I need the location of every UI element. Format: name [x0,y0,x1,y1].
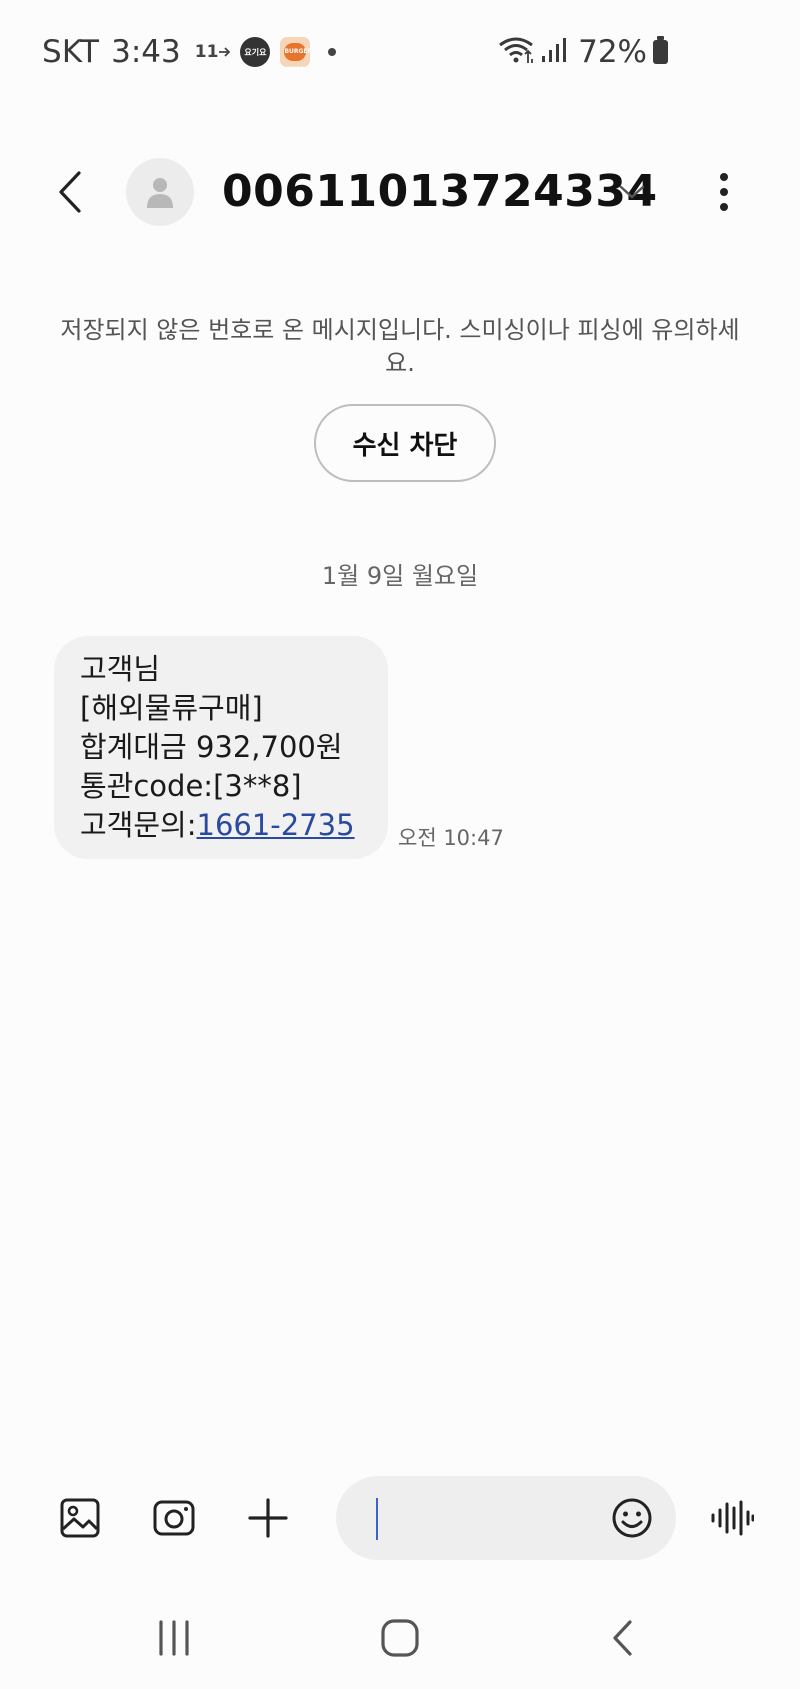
nav-back-button[interactable] [592,1610,652,1666]
message-timestamp: 오전 10:47 [398,826,504,850]
burgerking-label: BURGER KING [284,43,312,73]
message-line: [해외물류구매] [80,691,263,725]
message-input-container[interactable] [336,1476,676,1560]
burgerking-notification-icon: BURGER KING [280,37,312,73]
camera-button[interactable] [146,1490,202,1546]
signal-icon [540,36,568,68]
camera-icon [153,1500,195,1536]
home-button[interactable] [370,1610,430,1666]
gallery-icon [60,1498,100,1538]
back-arrow-icon [59,171,81,213]
chevron-down-icon [619,185,645,199]
voice-record-button[interactable] [704,1490,760,1546]
voice-icon [711,1500,754,1536]
back-button[interactable] [46,164,94,220]
wifi-icon [498,35,534,69]
more-vertical-icon [720,173,728,211]
contact-avatar[interactable] [126,158,194,226]
text-caret [376,1498,378,1540]
11st-label: 11 [194,42,219,62]
nav-back-icon [613,1620,632,1656]
message-line: 고객문의:1661-2735 [80,806,362,845]
inquiry-label: 고객문의: [80,808,197,842]
emoji-button[interactable] [606,1492,658,1544]
home-icon [381,1619,419,1657]
yogiyo-notification-icon: 요기요 [240,37,271,67]
carrier-label: SKT [42,34,100,70]
battery-icon [653,36,668,64]
status-right: 72% [498,30,668,74]
yogiyo-label: 요기요 [244,47,267,57]
message-line: 고객님 [80,652,161,686]
person-icon [147,178,173,208]
gallery-button[interactable] [52,1490,108,1546]
unsaved-number-warning: 저장되지 않은 번호로 온 메시지입니다. 스미싱이나 피싱에 유의하세요. [60,316,740,377]
conversation-header: 00611013724334 [0,150,800,234]
11st-notification-icon: 11 [195,42,233,62]
battery-percent: 72% [578,34,647,70]
message-line: 통관code:[3**8] [80,769,302,803]
phone-link[interactable]: 1661-2735 [197,808,355,842]
recent-apps-icon [159,1620,189,1656]
message-composer [0,1476,800,1562]
status-left: SKT 3:43 11 요기요 BURGER KING [42,30,337,74]
block-button[interactable]: 수신 차단 [314,404,496,482]
attach-button[interactable] [240,1490,296,1546]
status-bar: SKT 3:43 11 요기요 BURGER KING 72% [0,0,800,104]
contact-number[interactable]: 00611013724334 [222,162,658,222]
emoji-icon [612,1498,652,1538]
status-clock: 3:43 [111,34,181,70]
message-bubble[interactable]: 고객님 [해외물류구매] 합계대금 932,700원 통관code:[3**8]… [54,636,388,859]
system-navigation-bar [0,1596,800,1682]
message-input[interactable] [374,1494,594,1542]
more-notifications-dot [328,48,337,56]
more-options-button[interactable] [700,164,748,220]
date-separator: 1월 9일 월요일 [321,562,479,590]
message-line: 합계대금 932,700원 [80,730,343,764]
recent-apps-button[interactable] [144,1610,204,1666]
plus-icon [248,1498,288,1538]
expand-contact-button[interactable] [612,172,652,212]
